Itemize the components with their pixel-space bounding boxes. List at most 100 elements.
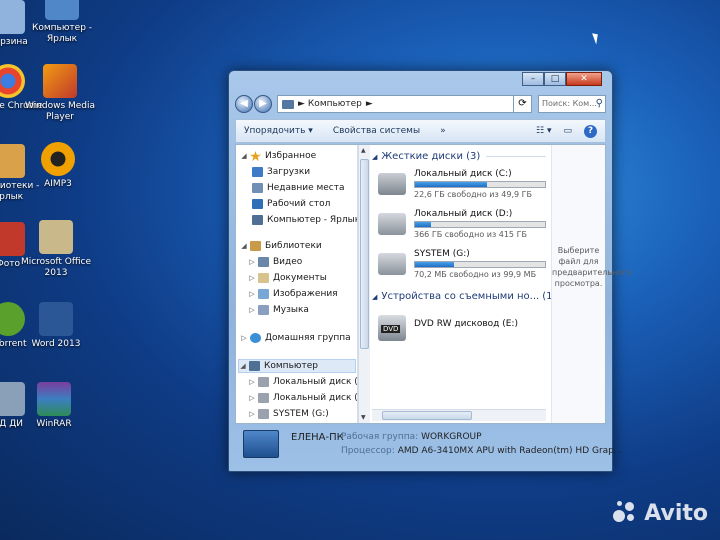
computer-icon — [243, 430, 279, 458]
preview-pane: Выберите файл для предварительного просм… — [551, 145, 631, 423]
hard-drive-icon — [378, 253, 406, 275]
scroll-up-icon[interactable]: ▲ — [361, 147, 366, 154]
back-button[interactable]: ◀ — [235, 95, 253, 113]
content-hscrollbar[interactable] — [372, 409, 546, 421]
collapsed-icon[interactable]: ▷ — [248, 303, 256, 317]
scroll-down-icon[interactable]: ▼ — [361, 414, 366, 421]
scrollbar-thumb[interactable] — [382, 411, 472, 420]
desktop-icon-label: Microsoft Office 2013 — [20, 257, 92, 278]
search-input[interactable]: Поиск: Ком... ⚲ — [538, 95, 606, 113]
collapsed-icon[interactable]: ▷ — [248, 391, 256, 405]
view-options-icon[interactable]: ☷ ▾ — [536, 126, 551, 136]
address-separator[interactable]: ► — [366, 96, 373, 112]
nav-label: Документы — [273, 273, 327, 283]
close-button[interactable]: ✕ — [566, 72, 602, 86]
expand-icon[interactable]: ◢ — [240, 239, 248, 253]
forward-button[interactable]: ▶ — [254, 95, 272, 113]
navigation-scrollbar[interactable]: ▲ ▼ — [358, 145, 370, 423]
library-icon — [250, 241, 261, 251]
nav-label: Видео — [273, 257, 303, 267]
workgroup-label: Рабочая группа: — [341, 432, 419, 442]
drive-usage-bar — [414, 181, 546, 188]
drive-item-dvd[interactable]: DVD DVD RW дисковод (E:) — [374, 311, 548, 347]
hard-drive-icon — [258, 409, 269, 419]
group-header-removable[interactable]: ◢ Устройства со съемными но... (1) — [372, 291, 556, 302]
preview-pane-icon[interactable]: ▭ — [563, 126, 572, 136]
desktop-icon-aimp3[interactable]: AIMP3 — [20, 142, 96, 190]
nav-recent[interactable]: Недавние места — [252, 181, 345, 195]
nav-label: Домашняя группа — [265, 333, 351, 343]
nav-label: Избранное — [265, 151, 317, 161]
watermark-text: Avito — [644, 500, 708, 526]
collapsed-icon[interactable]: ▷ — [248, 255, 256, 269]
nav-downloads[interactable]: Загрузки — [252, 165, 310, 179]
recent-places-icon — [252, 183, 263, 193]
nav-music[interactable]: ▷ Музыка — [248, 303, 309, 317]
collapsed-icon[interactable]: ▷ — [248, 375, 256, 389]
desktop-icon-wmp[interactable]: Windows Media Player — [22, 64, 98, 123]
desktop-icon-label: Word 2013 — [31, 339, 81, 349]
address-bar[interactable]: ► Компьютер ► — [277, 95, 514, 113]
group-header-hdd[interactable]: ◢ Жесткие диски (3) — [372, 151, 547, 162]
drive-item-d[interactable]: Локальный диск (D:) 366 ГБ свободно из 4… — [374, 209, 548, 245]
drive-item-c[interactable]: Локальный диск (C:) 22,6 ГБ свободно из … — [374, 169, 548, 205]
details-pane: ЕЛЕНА-ПК Рабочая группа: WORKGROUP Проце… — [235, 426, 622, 466]
collapsed-icon[interactable]: ▷ — [248, 287, 256, 301]
expand-icon[interactable]: ◢ — [372, 293, 377, 301]
desktop-icon-word-2013[interactable]: Word 2013 — [18, 302, 94, 350]
navigation-pane: ◢ Избранное Загрузки Недавние места Рабо… — [236, 145, 358, 423]
nav-documents[interactable]: ▷ Документы — [248, 271, 327, 285]
expand-icon[interactable]: ◢ — [372, 153, 377, 161]
nav-drive-g[interactable]: ▷ SYSTEM (G:) — [248, 407, 329, 421]
group-label: Устройства со съемными но... — [381, 291, 540, 302]
desktop-icon-office-2013[interactable]: Microsoft Office 2013 — [18, 220, 94, 279]
collapsed-icon[interactable]: ▷ — [248, 407, 256, 421]
nav-desktop[interactable]: Рабочий стол — [252, 197, 330, 211]
desktop-icon-winrar[interactable]: WinRAR — [16, 382, 92, 430]
avito-watermark: Avito — [613, 500, 708, 526]
address-row: ◀ ▶ ► Компьютер ► ⟳ Поиск: Ком... ⚲ — [235, 93, 606, 115]
nav-libraries[interactable]: ◢ Библиотеки — [240, 239, 322, 253]
drive-name: Локальный диск (C:) — [414, 169, 512, 179]
desktop-icon-label: WinRAR — [36, 419, 72, 429]
nav-label: Недавние места — [267, 183, 345, 193]
hard-drive-icon — [258, 393, 269, 403]
desktop-icon-computer-shortcut[interactable]: Компьютер - Ярлык — [24, 0, 100, 45]
music-library-icon — [258, 305, 269, 315]
drive-item-g[interactable]: SYSTEM (G:) 70,2 МБ свободно из 99,9 МБ — [374, 249, 548, 285]
nav-favorites[interactable]: ◢ Избранное — [240, 149, 316, 163]
mouse-cursor-icon — [592, 31, 601, 45]
nav-homegroup[interactable]: ▷ Домашняя группа — [240, 331, 351, 345]
system-properties-button[interactable]: Свойства системы — [333, 126, 420, 136]
hard-drive-icon — [258, 377, 269, 387]
nav-drive-d[interactable]: ▷ Локальный диск (D:) — [248, 391, 357, 405]
drive-usage-bar — [414, 261, 546, 268]
address-location[interactable]: Компьютер — [308, 96, 362, 112]
nav-label: Рабочий стол — [267, 199, 331, 209]
expand-icon[interactable]: ◢ — [239, 359, 247, 373]
nav-images[interactable]: ▷ Изображения — [248, 287, 338, 301]
organize-button[interactable]: Упорядочить ▾ — [244, 126, 313, 136]
minimize-button[interactable]: – — [522, 72, 544, 86]
maximize-button[interactable]: □ — [544, 72, 566, 86]
collapsed-icon[interactable]: ▷ — [240, 331, 248, 345]
aimp-icon — [41, 142, 75, 176]
collapsed-icon[interactable]: ▷ — [248, 271, 256, 285]
drive-name: DVD RW дисковод (E:) — [414, 319, 518, 329]
explorer-body: ◢ Избранное Загрузки Недавние места Рабо… — [235, 144, 631, 424]
preview-message: Выберите файл для предварительного просм… — [552, 246, 632, 288]
more-commands-button[interactable]: » — [440, 126, 446, 136]
nav-computer[interactable]: ◢ Компьютер — [238, 359, 356, 373]
avito-logo-icon — [613, 500, 639, 526]
computer-icon — [252, 215, 263, 225]
nav-label: Загрузки — [267, 167, 311, 177]
expand-icon[interactable]: ◢ — [240, 149, 248, 163]
nav-drive-c[interactable]: ▷ Локальный диск (C:) — [248, 375, 357, 389]
scrollbar-thumb[interactable] — [360, 159, 369, 349]
help-icon[interactable]: ? — [584, 124, 597, 138]
computer-icon — [282, 99, 294, 109]
nav-videos[interactable]: ▷ Видео — [248, 255, 302, 269]
video-library-icon — [258, 257, 269, 267]
refresh-button[interactable]: ⟳ — [514, 95, 532, 113]
nav-computer-shortcut[interactable]: Компьютер - Ярлык — [252, 213, 357, 227]
